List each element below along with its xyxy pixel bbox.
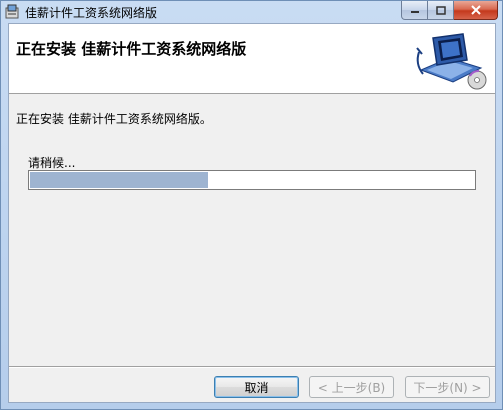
maximize-button[interactable]: [428, 1, 454, 20]
caption-buttons: [401, 1, 498, 20]
next-button[interactable]: 下一步(N) >: [405, 376, 490, 398]
progress-label: 请稍候...: [28, 156, 76, 170]
dialog-body: 正在安装 佳薪计件工资系统网络版 正在安装 佳薪计件工资系统网络版。 请稍候..…: [8, 23, 496, 403]
minimize-icon: [410, 11, 419, 13]
status-message: 正在安装 佳薪计件工资系统网络版。: [16, 112, 212, 126]
minimize-button[interactable]: [401, 1, 428, 20]
button-divider: [9, 366, 495, 368]
header-banner: 正在安装 佳薪计件工资系统网络版: [9, 24, 495, 94]
title-bar[interactable]: 佳薪计件工资系统网络版: [1, 1, 502, 23]
install-progress-bar: [28, 170, 476, 190]
banner-title: 正在安装 佳薪计件工资系统网络版: [16, 40, 247, 58]
installer-icon[interactable]: [5, 4, 19, 19]
cancel-button[interactable]: 取消: [214, 376, 299, 398]
progress-fill: [30, 172, 209, 188]
maximize-icon: [435, 5, 446, 15]
computer-cd-icon: [416, 33, 487, 90]
back-button[interactable]: < 上一步(B): [309, 376, 394, 398]
close-button[interactable]: [454, 1, 498, 20]
installer-window: 佳薪计件工资系统网络版 正在安装 佳薪计件工资系统网络版 正在安装 佳薪计件工资…: [0, 0, 503, 410]
window-title: 佳薪计件工资系统网络版: [25, 6, 158, 20]
close-icon: [470, 5, 481, 15]
